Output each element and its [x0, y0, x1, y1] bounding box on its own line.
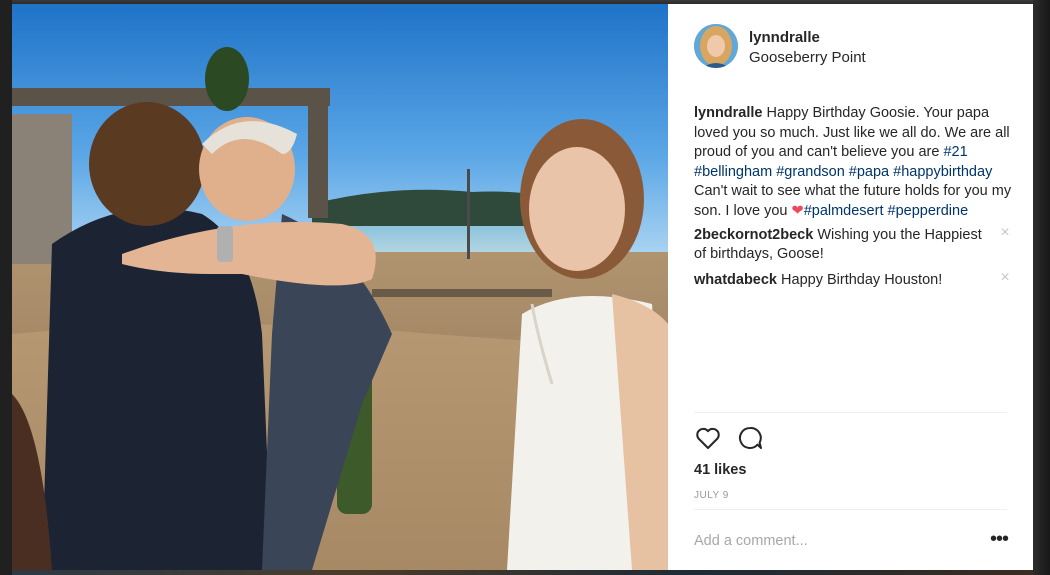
post-modal: lynndralle Gooseberry Point lynndralle H… [12, 4, 1033, 570]
hashtag-grandson[interactable]: #grandson [776, 164, 845, 180]
background-strip [12, 570, 1033, 575]
comment-item: whatdabeck Happy Birthday Houston! × [694, 269, 1012, 291]
comment-item: 2beckornot2beck Wishing you the Happiest… [694, 224, 1012, 265]
hashtag-papa[interactable]: #papa [849, 164, 889, 180]
comment-text: Happy Birthday Houston! [781, 271, 943, 288]
post-location[interactable]: Gooseberry Point [749, 49, 866, 66]
hashtag-happybirthday[interactable]: #happybirthday [893, 164, 992, 180]
post-date: JULY 9 [694, 490, 729, 501]
backdrop-left [0, 0, 12, 575]
post-username[interactable]: lynndralle [749, 29, 820, 46]
backdrop-right [1033, 0, 1050, 575]
ellipsis-icon: ••• [990, 528, 1009, 550]
close-icon[interactable]: × [998, 269, 1012, 285]
hashtag-palmdesert[interactable]: #palmdesert [804, 203, 884, 219]
photo-illustration [12, 4, 668, 570]
hashtag-pepperdine[interactable]: #pepperdine [888, 203, 969, 219]
hashtag-bellingham[interactable]: #bellingham [694, 164, 772, 180]
like-button[interactable] [694, 424, 722, 452]
likes-count[interactable]: 41 likes [694, 462, 746, 478]
comment-username[interactable]: whatdabeck [694, 272, 777, 288]
heart-outline-icon [696, 427, 720, 449]
post-side-panel: lynndralle Gooseberry Point lynndralle H… [668, 4, 1033, 570]
hashtag-21[interactable]: #21 [943, 144, 967, 160]
more-options-button[interactable]: ••• [990, 529, 1009, 549]
close-icon[interactable]: × [998, 224, 1012, 240]
divider [694, 509, 1007, 510]
avatar[interactable] [694, 24, 738, 68]
caption: lynndralle Happy Birthday Goosie. Your p… [694, 104, 1012, 222]
heart-emoji-icon: ❤ [791, 202, 804, 219]
avatar-image [694, 24, 738, 68]
comments-list: lynndralle Happy Birthday Goosie. Your p… [694, 104, 1012, 296]
post-header: lynndralle Gooseberry Point [694, 24, 1014, 72]
post-photo[interactable] [12, 4, 668, 570]
divider [694, 412, 1007, 413]
comment-button[interactable] [736, 424, 764, 452]
add-comment-input[interactable] [694, 530, 974, 552]
caption-username[interactable]: lynndralle [694, 105, 763, 121]
comment-username[interactable]: 2beckornot2beck [694, 227, 813, 243]
speech-bubble-icon [739, 426, 762, 449]
